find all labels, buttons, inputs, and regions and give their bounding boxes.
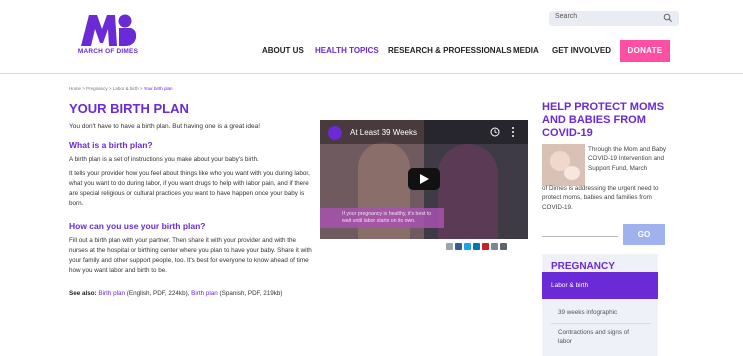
facebook-icon[interactable] <box>455 243 462 250</box>
nav-get-involved[interactable]: GET INVOLVED <box>552 46 611 55</box>
section-heading-how-to-use: How can you use your birth plan? <box>69 221 206 231</box>
logo-mark-icon <box>81 14 137 46</box>
breadcrumb: Home > Pregnancy > Labor & birth > Your … <box>69 86 173 91</box>
play-button[interactable] <box>408 168 440 190</box>
nav-about-us[interactable]: ABOUT US <box>262 46 304 55</box>
section-paragraph: Fill out a birth plan with your partner.… <box>69 237 312 274</box>
nav-health-topics[interactable]: HEALTH TOPICS <box>315 46 379 55</box>
video-title[interactable]: At Least 39 Weeks <box>350 128 417 137</box>
section-heading-what-is: What is a birth plan? <box>69 140 153 150</box>
nav-media[interactable]: MEDIA <box>513 46 539 55</box>
subnav-item-39-weeks[interactable]: 39 weeks infographic <box>542 308 658 317</box>
covid-promo-text: of Dimes is addressing the urgent need t… <box>542 185 659 211</box>
donate-button[interactable]: DONATE <box>620 40 670 62</box>
see-also: See also: Birth plan (English, PDF, 224k… <box>69 290 283 297</box>
covid-promo-title[interactable]: HELP PROTECT MOMS AND BABIES FROM COVID-… <box>542 101 672 140</box>
subnav-title[interactable]: PREGNANCY <box>551 261 615 272</box>
more-options-icon[interactable] <box>510 126 516 138</box>
logo-text: MARCH OF DIMES <box>77 48 139 55</box>
breadcrumb-pregnancy[interactable]: Pregnancy <box>86 86 108 91</box>
pregnancy-subnav: PREGNANCY Labor & birth 39 weeks infogra… <box>542 254 658 356</box>
email-icon[interactable] <box>446 243 453 250</box>
donation-input[interactable] <box>542 236 618 237</box>
search-box[interactable]: Search <box>549 11 679 26</box>
twitter-icon[interactable] <box>464 243 471 250</box>
print-icon[interactable] <box>500 243 507 250</box>
channel-avatar-icon[interactable] <box>328 126 342 140</box>
section-paragraph: A birth plan is a set of instructions yo… <box>69 156 259 163</box>
covid-promo-text: Through the Mom and Baby COVID-19 Interv… <box>588 146 667 172</box>
nav-research-professionals[interactable]: RESEARCH & PROFESSIONALS <box>388 46 512 55</box>
birth-plan-spanish-link[interactable]: Birth plan <box>191 290 218 297</box>
page-title: YOUR BIRTH PLAN <box>69 101 189 116</box>
march-of-dimes-logo[interactable]: MARCH OF DIMES <box>76 13 140 59</box>
header-divider <box>0 73 743 74</box>
search-icon[interactable] <box>663 13 673 23</box>
see-also-label: See also: <box>69 290 97 297</box>
birth-plan-english-link[interactable]: Birth plan <box>98 290 125 297</box>
link-meta: (English, PDF, 224kb), <box>126 290 190 297</box>
breadcrumb-home[interactable]: Home <box>69 86 81 91</box>
watch-later-icon[interactable] <box>490 127 500 137</box>
linkedin-icon[interactable] <box>473 243 480 250</box>
sms-icon[interactable] <box>491 243 498 250</box>
intro-text: You don't have to have a birth plan. But… <box>69 123 261 130</box>
subnav-item-contractions[interactable]: Contractions and signs of labor <box>542 328 642 346</box>
video-caption: If your pregnancy is healthy, it's best … <box>320 208 444 228</box>
breadcrumb-labor-birth[interactable]: Labor & birth <box>113 86 139 91</box>
breadcrumb-current: Your birth plan <box>143 86 173 91</box>
go-button[interactable]: GO <box>623 224 665 245</box>
search-input[interactable]: Search <box>555 13 577 20</box>
mom-baby-photo <box>542 144 585 186</box>
video-figure <box>438 144 498 239</box>
section-paragraph: It tells your provider how you feel abou… <box>69 170 310 207</box>
pinterest-icon[interactable] <box>482 243 489 250</box>
video-player[interactable]: At Least 39 Weeks If your pregnancy is h… <box>320 120 528 239</box>
play-icon <box>420 174 429 184</box>
link-meta: (Spanish, PDF, 219kb) <box>219 290 283 297</box>
subnav-item-labor-birth[interactable]: Labor & birth <box>542 272 658 299</box>
